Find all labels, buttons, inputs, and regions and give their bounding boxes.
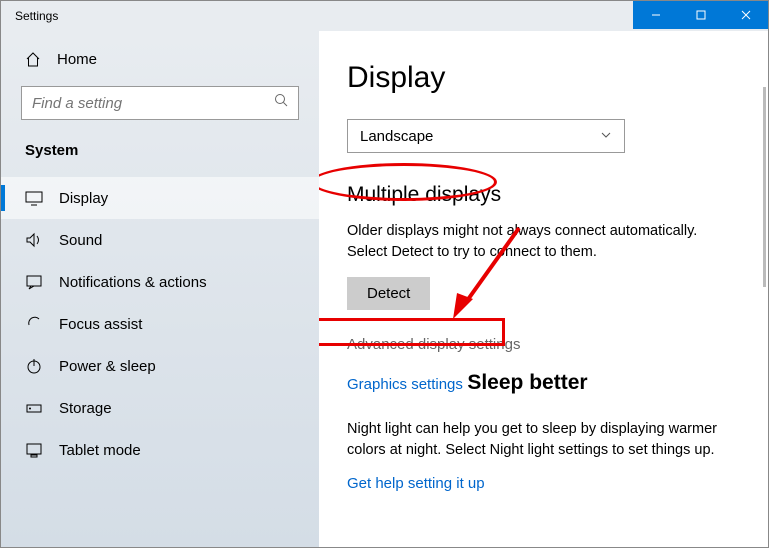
search-icon (274, 93, 289, 113)
page-title: Display (347, 61, 740, 95)
sidebar: Home System Display Sound Notifications … (1, 31, 319, 547)
storage-icon (25, 399, 43, 417)
search-wrap (21, 86, 299, 120)
home-label: Home (57, 51, 97, 68)
maximize-button[interactable] (678, 1, 723, 29)
window-title: Settings (1, 9, 58, 23)
display-icon (25, 189, 43, 207)
nav-item-storage[interactable]: Storage (1, 387, 319, 429)
search-input[interactable] (21, 86, 299, 120)
advanced-display-link[interactable]: Advanced display settings (347, 336, 520, 353)
home-link[interactable]: Home (1, 51, 319, 86)
notifications-icon (25, 273, 43, 291)
tablet-icon (25, 441, 43, 459)
nav-label: Focus assist (59, 316, 142, 333)
nav-label: Tablet mode (59, 442, 141, 459)
nav-label: Power & sleep (59, 358, 156, 375)
graphics-settings-link[interactable]: Graphics settings (347, 376, 463, 393)
scrollbar[interactable] (763, 87, 766, 287)
orientation-dropdown[interactable]: Landscape (347, 119, 625, 153)
nav-item-power[interactable]: Power & sleep (1, 345, 319, 387)
nav-item-focus[interactable]: Focus assist (1, 303, 319, 345)
titlebar: Settings (1, 1, 768, 31)
chevron-down-icon (600, 128, 612, 145)
focus-icon (25, 315, 43, 333)
nav-label: Storage (59, 400, 112, 417)
nav-item-sound[interactable]: Sound (1, 219, 319, 261)
multiple-displays-heading: Multiple displays (347, 183, 501, 207)
nav-label: Display (59, 190, 108, 207)
nav-item-display[interactable]: Display (1, 177, 319, 219)
main-content: Display Landscape Multiple displays Olde… (319, 31, 768, 547)
nav-item-notifications[interactable]: Notifications & actions (1, 261, 319, 303)
nav-item-tablet[interactable]: Tablet mode (1, 429, 319, 471)
nav-label: Sound (59, 232, 102, 249)
window-controls (633, 1, 768, 29)
home-icon (25, 52, 41, 68)
category-title: System (1, 142, 319, 177)
minimize-button[interactable] (633, 1, 678, 29)
detect-button[interactable]: Detect (347, 277, 430, 310)
sleep-better-body: Night light can help you get to sleep by… (347, 419, 740, 461)
sleep-better-heading: Sleep better (467, 371, 587, 395)
nav-label: Notifications & actions (59, 274, 207, 291)
multiple-displays-body: Older displays might not always connect … (347, 221, 740, 263)
dropdown-value: Landscape (360, 128, 433, 145)
sound-icon (25, 231, 43, 249)
sleep-help-link[interactable]: Get help setting it up (347, 475, 485, 492)
power-icon (25, 357, 43, 375)
close-button[interactable] (723, 1, 768, 29)
